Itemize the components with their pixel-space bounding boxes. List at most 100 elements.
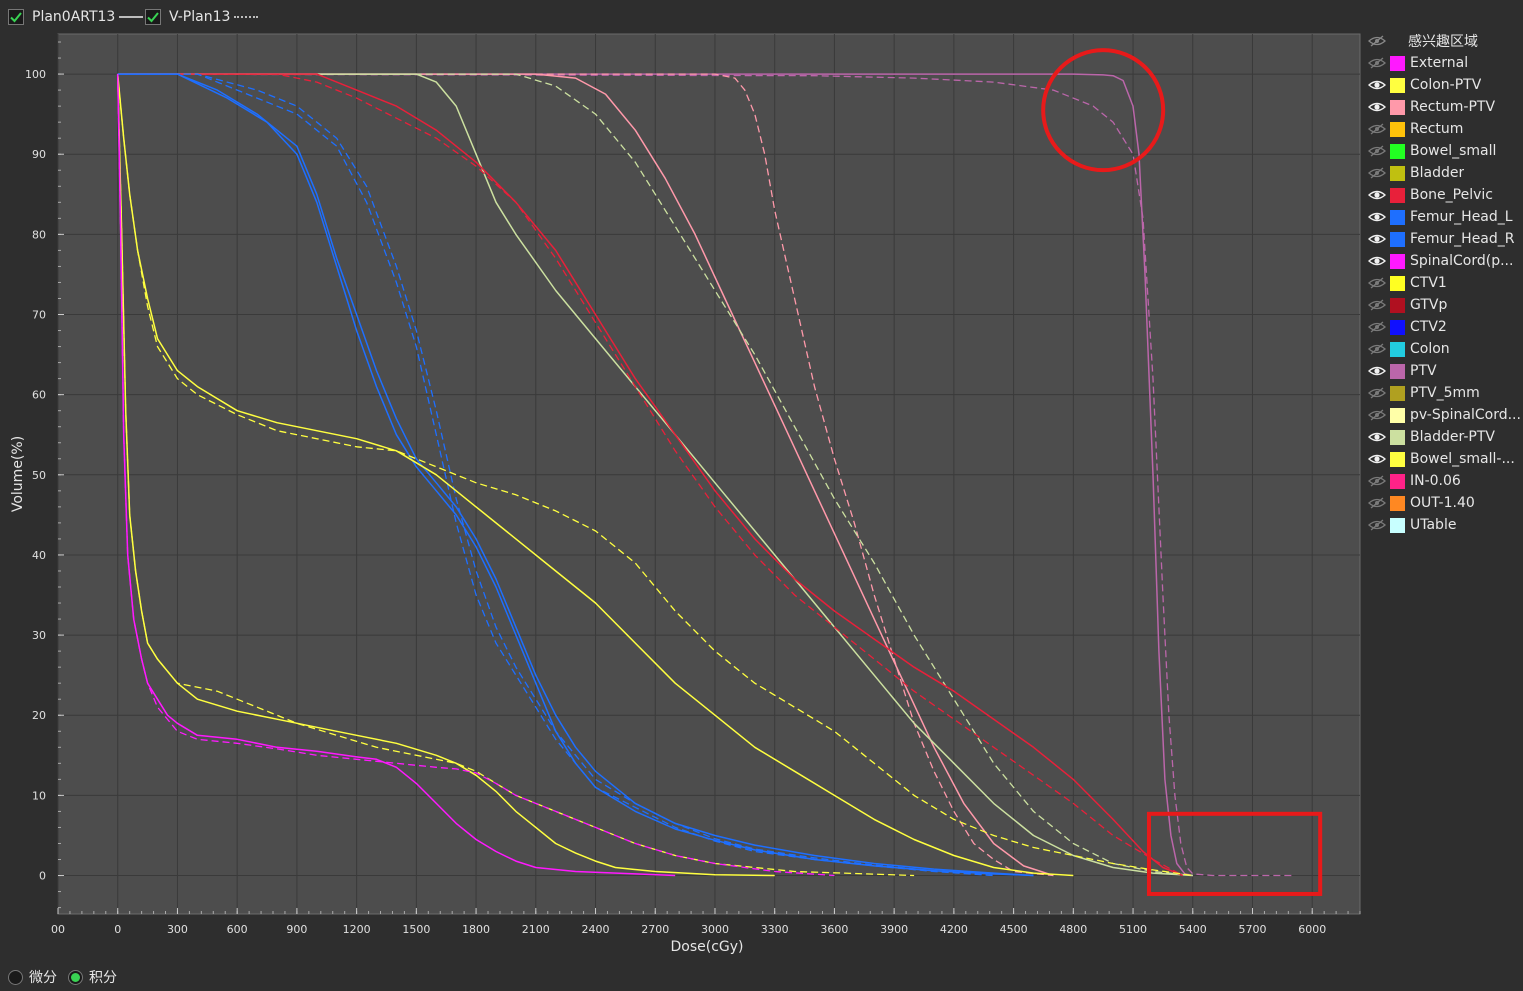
legend-label: UTable <box>1410 517 1457 533</box>
eye-hidden-icon[interactable] <box>1368 57 1386 69</box>
eye-hidden-icon[interactable] <box>1368 409 1386 421</box>
legend-label: PTV_5mm <box>1410 385 1480 401</box>
eye-hidden-icon[interactable] <box>1368 145 1386 157</box>
legend-swatch <box>1390 77 1405 93</box>
legend-item-ctv1[interactable]: CTV1 <box>1366 273 1523 293</box>
y-tick-label: 40 <box>32 549 46 562</box>
legend-item-ptv-5mm[interactable]: PTV_5mm <box>1366 383 1523 403</box>
legend-label: PTV <box>1410 363 1437 379</box>
eye-hidden-icon[interactable] <box>1368 321 1386 333</box>
eye-hidden-icon[interactable] <box>1368 387 1386 399</box>
legend-label: Bowel_small-... <box>1410 451 1515 467</box>
legend-swatch <box>1390 407 1405 423</box>
legend-swatch <box>1390 99 1405 115</box>
legend-item-bone-pelvic[interactable]: Bone_Pelvic <box>1366 185 1523 205</box>
x-tick-label: 0 <box>114 923 121 936</box>
x-tick-label: 3600 <box>820 923 848 936</box>
x-tick-label: 4500 <box>1000 923 1028 936</box>
dotted-line-style-icon <box>234 16 259 18</box>
legend-label: Femur_Head_L <box>1410 209 1513 225</box>
legend-item-utable[interactable]: UTable <box>1366 515 1523 535</box>
differential-label: 微分 <box>29 970 57 986</box>
x-tick-label: 6000 <box>1298 923 1326 936</box>
legend-label: OUT-1.40 <box>1410 495 1475 511</box>
eye-icon[interactable] <box>1368 189 1386 201</box>
mode-differential[interactable]: 微分 <box>8 967 57 987</box>
legend-item-in-0-06[interactable]: IN-0.06 <box>1366 471 1523 491</box>
x-tick-label: 4200 <box>940 923 968 936</box>
legend-item-pv-spinalcord[interactable]: pv-SpinalCord... <box>1366 405 1523 425</box>
legend-swatch <box>1390 121 1405 137</box>
legend-item-bladder[interactable]: Bladder <box>1366 163 1523 183</box>
mode-cumulative[interactable]: 积分 <box>68 967 117 987</box>
eye-icon[interactable] <box>1368 211 1386 223</box>
eye-hidden-icon[interactable] <box>1368 343 1386 355</box>
check-icon <box>10 12 22 23</box>
y-tick-label: 100 <box>25 68 46 81</box>
differential-radio[interactable] <box>8 969 23 985</box>
x-tick-label: 2400 <box>582 923 610 936</box>
legend-swatch <box>1390 187 1405 203</box>
legend-swatch <box>1390 253 1405 269</box>
y-axis-title: Volume(%) <box>10 436 26 512</box>
vplan13-checkbox[interactable] <box>145 9 161 25</box>
eye-icon[interactable] <box>1368 365 1386 377</box>
eye-icon[interactable] <box>1368 79 1386 91</box>
eye-hidden-icon[interactable] <box>1368 497 1386 509</box>
dvh-chart-panel: 00 0 300 600 900 1200 1500 1800 2100 2400 2700 3000… <box>0 32 1365 962</box>
legend-item-femur-head-l[interactable]: Femur_Head_L <box>1366 207 1523 227</box>
plan-item-vplan13[interactable]: V-Plan13 <box>145 8 259 26</box>
legend-swatch <box>1390 165 1405 181</box>
legend-item-ptv[interactable]: PTV <box>1366 361 1523 381</box>
legend-header-label: 感兴趣区域 <box>1408 34 1478 50</box>
legend-item-rectum[interactable]: Rectum <box>1366 119 1523 139</box>
mode-bar: 微分 积分 <box>0 962 1523 991</box>
x-tick-label: 2100 <box>522 923 550 936</box>
plan-item-plan0art13[interactable]: Plan0ART13 <box>8 8 144 26</box>
legend-item-bowel-small[interactable]: Bowel_small-... <box>1366 449 1523 469</box>
eye-hidden-icon[interactable] <box>1368 123 1386 135</box>
eye-icon[interactable] <box>1368 453 1386 465</box>
eye-icon[interactable] <box>1368 101 1386 113</box>
cumulative-label: 积分 <box>89 970 117 986</box>
legend-label: CTV1 <box>1410 275 1447 291</box>
legend-item-out-1-40[interactable]: OUT-1.40 <box>1366 493 1523 513</box>
eye-hidden-icon[interactable] <box>1368 277 1386 289</box>
cumulative-radio[interactable] <box>68 969 83 985</box>
legend-item-external[interactable]: External <box>1366 53 1523 73</box>
legend-item-colon-ptv[interactable]: Colon-PTV <box>1366 75 1523 95</box>
legend-item-ctv2[interactable]: CTV2 <box>1366 317 1523 337</box>
legend-item-bladder-ptv[interactable]: Bladder-PTV <box>1366 427 1523 447</box>
legend-label: Bladder-PTV <box>1410 429 1495 445</box>
legend-label: IN-0.06 <box>1410 473 1461 489</box>
legend-item-colon[interactable]: Colon <box>1366 339 1523 359</box>
legend-item-bowel-small[interactable]: Bowel_small <box>1366 141 1523 161</box>
plan0art13-checkbox[interactable] <box>8 9 24 25</box>
legend-label: pv-SpinalCord... <box>1410 407 1521 423</box>
eye-hidden-icon[interactable] <box>1368 35 1386 47</box>
eye-hidden-icon[interactable] <box>1368 299 1386 311</box>
legend-label: Rectum-PTV <box>1410 99 1496 115</box>
plan0art13-label: Plan0ART13 <box>32 9 116 25</box>
legend-item-rectum-ptv[interactable]: Rectum-PTV <box>1366 97 1523 117</box>
eye-icon[interactable] <box>1368 255 1386 267</box>
legend-swatch <box>1390 495 1405 511</box>
eye-hidden-icon[interactable] <box>1368 167 1386 179</box>
legend-item-spinalcord-p[interactable]: SpinalCord(p... <box>1366 251 1523 271</box>
x-tick-label: 1800 <box>462 923 490 936</box>
y-tick-label: 20 <box>32 709 46 722</box>
eye-hidden-icon[interactable] <box>1368 519 1386 531</box>
dvh-chart[interactable]: 00 0 300 600 900 1200 1500 1800 2100 2400 2700 3000… <box>0 32 1365 962</box>
eye-icon[interactable] <box>1368 431 1386 443</box>
y-tick-label: 30 <box>32 629 46 642</box>
y-tick-label: 80 <box>32 228 46 241</box>
legend-item-femur-head-r[interactable]: Femur_Head_R <box>1366 229 1523 249</box>
x-tick-label: 3000 <box>701 923 729 936</box>
eye-hidden-icon[interactable] <box>1368 475 1386 487</box>
y-tick-label: 50 <box>32 469 46 482</box>
legend-item-gtvp[interactable]: GTVp <box>1366 295 1523 315</box>
eye-icon[interactable] <box>1368 233 1386 245</box>
legend-label: Bladder <box>1410 165 1465 181</box>
x-tick-label: 600 <box>227 923 248 936</box>
legend-swatch <box>1390 473 1405 489</box>
